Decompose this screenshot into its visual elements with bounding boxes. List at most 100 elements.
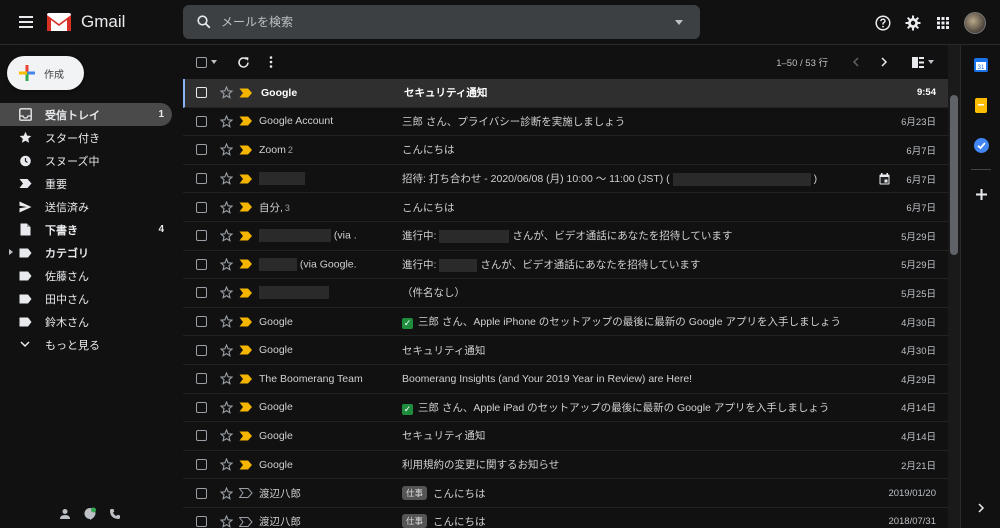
star-icon[interactable] bbox=[219, 143, 234, 157]
row-checkbox[interactable] bbox=[196, 173, 207, 185]
important-marker-icon[interactable] bbox=[239, 374, 253, 384]
important-marker-icon[interactable] bbox=[238, 516, 253, 527]
email-row[interactable]: Google セキュリティ通知 4月14日 bbox=[183, 422, 948, 451]
row-checkbox[interactable] bbox=[196, 487, 207, 499]
important-marker-icon[interactable] bbox=[238, 488, 253, 499]
row-checkbox[interactable] bbox=[196, 258, 207, 270]
more-vert-icon[interactable] bbox=[259, 50, 283, 74]
sidebar-item[interactable]: 鈴木さん bbox=[0, 310, 180, 333]
refresh-icon[interactable] bbox=[231, 50, 255, 74]
sidebar-item[interactable]: 受信トレイ 1 bbox=[0, 103, 172, 126]
row-checkbox[interactable] bbox=[196, 87, 207, 99]
important-marker-icon[interactable] bbox=[239, 202, 253, 212]
label-chip[interactable]: 仕事 bbox=[402, 485, 428, 500]
keep-app-icon[interactable] bbox=[961, 85, 1000, 125]
main-menu-icon[interactable] bbox=[14, 10, 38, 34]
calendar-app-icon[interactable]: 31 bbox=[961, 45, 1000, 85]
email-row[interactable]: Google ✓ 三郎 さん、Apple iPad のセットアップの最後に最新の G… bbox=[183, 394, 948, 423]
apps-grid-icon[interactable] bbox=[928, 8, 958, 38]
scrollbar[interactable] bbox=[948, 45, 960, 528]
row-checkbox[interactable] bbox=[196, 230, 207, 242]
row-checkbox[interactable] bbox=[196, 316, 207, 328]
search-input[interactable] bbox=[221, 15, 664, 29]
important-marker-icon[interactable] bbox=[239, 402, 253, 412]
search-box[interactable] bbox=[183, 5, 700, 39]
email-row[interactable]: 招待: 打ち合わせ - 2020/06/08 (月) 10:00 ～ 11:00… bbox=[183, 165, 948, 194]
person-icon[interactable] bbox=[59, 508, 71, 520]
email-row[interactable]: 自分, 3 こんにちは 6月7日 bbox=[183, 193, 948, 222]
star-icon[interactable] bbox=[219, 371, 234, 386]
sidebar-item[interactable]: 重要 bbox=[0, 172, 180, 195]
row-checkbox[interactable] bbox=[196, 459, 207, 471]
star-icon[interactable] bbox=[219, 228, 234, 243]
important-marker-icon[interactable] bbox=[239, 174, 253, 184]
label-chip[interactable]: 仕事 bbox=[402, 514, 428, 528]
sidebar-item[interactable]: スター付き bbox=[0, 126, 180, 149]
important-marker-icon[interactable] bbox=[239, 88, 253, 98]
star-icon[interactable] bbox=[219, 171, 234, 185]
star-icon[interactable] bbox=[219, 200, 234, 214]
phone-icon[interactable] bbox=[109, 508, 121, 520]
email-row[interactable]: Google 利用規約の変更に関するお知らせ 2月21日 bbox=[183, 451, 948, 480]
sidebar-item[interactable]: 送信済み bbox=[0, 195, 180, 218]
star-icon[interactable] bbox=[219, 514, 234, 528]
email-row[interactable]: Google ✓ 三郎 さん、Apple iPhone のセットアップの最後に最新の… bbox=[183, 308, 948, 337]
row-checkbox[interactable] bbox=[196, 144, 207, 156]
row-checkbox[interactable] bbox=[196, 430, 207, 442]
important-marker-icon[interactable] bbox=[239, 460, 253, 470]
row-checkbox[interactable] bbox=[196, 401, 207, 413]
expand-caret-icon[interactable] bbox=[9, 249, 13, 255]
email-row[interactable]: 渡辺八郎 仕事 こんにちは 2019/01/20 bbox=[183, 479, 948, 508]
row-checkbox[interactable] bbox=[196, 287, 207, 299]
hangouts-icon[interactable] bbox=[83, 507, 97, 521]
important-marker-icon[interactable] bbox=[239, 317, 253, 327]
star-icon[interactable] bbox=[219, 286, 234, 300]
gmail-logo[interactable]: Gmail bbox=[46, 12, 125, 32]
avatar[interactable] bbox=[964, 11, 986, 34]
sidebar-item[interactable]: もっと見る bbox=[0, 333, 180, 356]
row-checkbox[interactable] bbox=[196, 201, 207, 213]
search-options-icon[interactable] bbox=[664, 5, 694, 39]
star-icon[interactable] bbox=[219, 114, 234, 128]
star-icon[interactable] bbox=[219, 457, 234, 471]
email-row[interactable]: Zoom 2 こんにちは 6月7日 bbox=[183, 136, 948, 165]
email-row[interactable]: 渡辺八郎 仕事 こんにちは 2018/07/31 bbox=[183, 508, 948, 528]
sidebar-item[interactable]: 下書き 4 bbox=[0, 218, 180, 241]
email-row[interactable]: Google セキュリティ通知 9:54 bbox=[183, 79, 948, 108]
settings-gear-icon[interactable] bbox=[898, 8, 928, 38]
email-row[interactable]: (via . 進行中: さんが、ビデオ通話にあなたを招待しています 5月29日 bbox=[183, 222, 948, 251]
next-page-icon[interactable] bbox=[872, 50, 896, 74]
expand-panel-icon[interactable] bbox=[961, 488, 1000, 528]
email-row[interactable]: Google Account 三郎 さん、プライバシー診断を実施しましょう 6月23… bbox=[183, 108, 948, 137]
sidebar-item[interactable]: カテゴリ bbox=[0, 241, 180, 264]
add-addon-icon[interactable] bbox=[961, 174, 1000, 214]
star-icon[interactable] bbox=[219, 257, 234, 271]
sidebar-item[interactable]: 田中さん bbox=[0, 287, 180, 310]
row-checkbox[interactable] bbox=[196, 115, 207, 127]
star-icon[interactable] bbox=[219, 343, 234, 357]
scrollbar-thumb[interactable] bbox=[950, 95, 958, 255]
important-marker-icon[interactable] bbox=[239, 145, 253, 155]
split-pane-toggle-icon[interactable] bbox=[906, 50, 940, 74]
important-marker-icon[interactable] bbox=[239, 288, 253, 298]
email-row[interactable]: (via Google. 進行中: さんが、ビデオ通話にあなたを招待しています 5月2… bbox=[183, 251, 948, 280]
email-row[interactable]: （件名なし） 5月25日 bbox=[183, 279, 948, 308]
star-icon[interactable] bbox=[219, 85, 234, 100]
sidebar-item[interactable]: 佐藤さん bbox=[0, 264, 180, 287]
help-icon[interactable] bbox=[868, 8, 898, 38]
star-icon[interactable] bbox=[219, 400, 234, 414]
email-row[interactable]: Google セキュリティ通知 4月30日 bbox=[183, 336, 948, 365]
search-icon[interactable] bbox=[187, 5, 221, 39]
tasks-app-icon[interactable] bbox=[961, 125, 1000, 165]
prev-page-icon[interactable] bbox=[844, 50, 868, 74]
email-row[interactable]: The Boomerang Team Boomerang Insights (an… bbox=[183, 365, 948, 394]
important-marker-icon[interactable] bbox=[239, 259, 253, 269]
select-all-checkbox[interactable] bbox=[196, 56, 217, 68]
row-checkbox[interactable] bbox=[196, 516, 207, 528]
compose-button[interactable]: 作成 bbox=[7, 56, 84, 90]
star-icon[interactable] bbox=[219, 314, 234, 328]
calendar-event-icon[interactable] bbox=[879, 172, 890, 188]
row-checkbox[interactable] bbox=[196, 373, 207, 385]
sidebar-item[interactable]: スヌーズ中 bbox=[0, 149, 180, 172]
important-marker-icon[interactable] bbox=[239, 345, 253, 355]
